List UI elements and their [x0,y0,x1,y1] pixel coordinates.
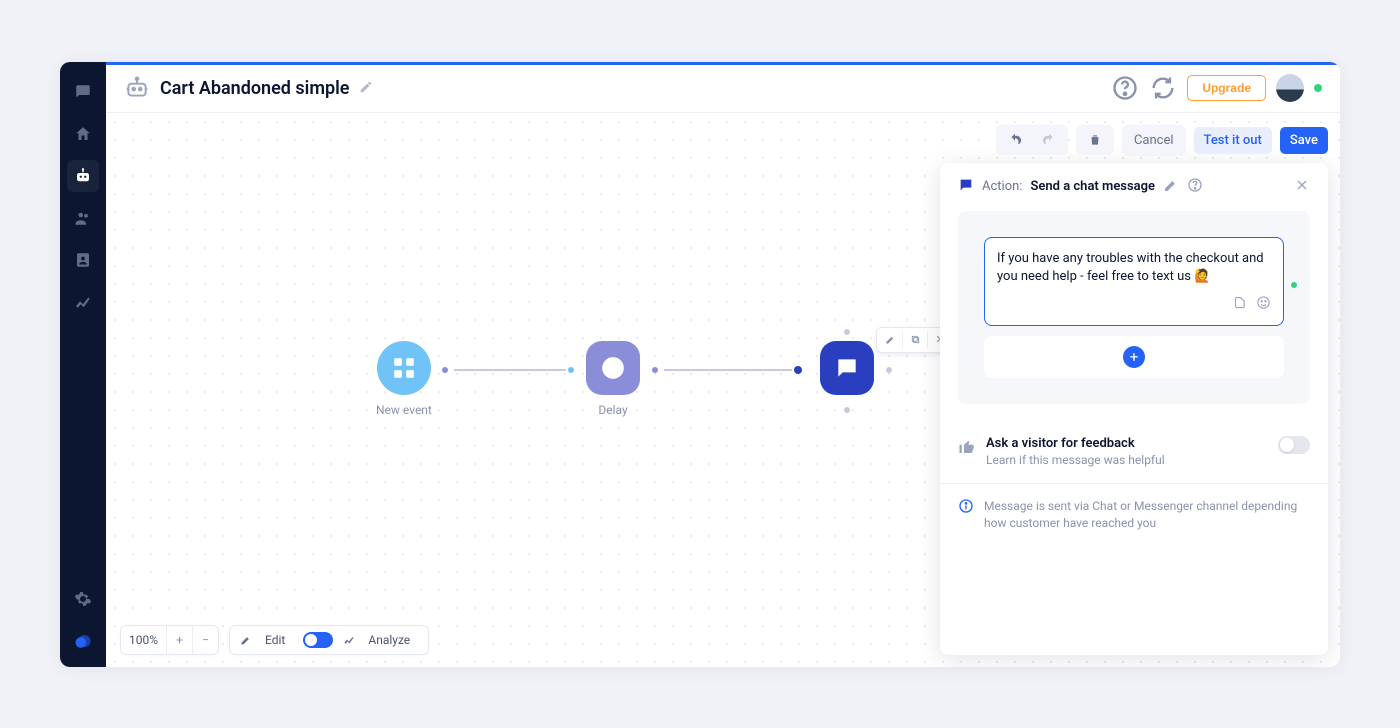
save-button[interactable]: Save [1280,127,1328,154]
connector-dot [442,367,448,373]
edit-node-icon[interactable] [880,331,900,349]
attach-file-icon[interactable] [1233,295,1248,317]
refresh-icon[interactable] [1149,74,1177,102]
rail-home[interactable] [67,118,99,150]
message-text: If you have any troubles with the checko… [997,251,1264,285]
zoom-in-button[interactable]: + [166,626,192,654]
message-editor-wrap: If you have any troubles with the checko… [958,211,1310,405]
node-new-event[interactable]: New event [376,341,432,417]
canvas-bottom-bar: 100% + − Edit Analyze [120,625,429,655]
connector-dot [568,367,574,373]
connector-dot [794,366,802,374]
zoom-control: 100% + − [120,625,219,655]
rail-profile[interactable] [67,244,99,276]
feedback-toggle[interactable] [1278,436,1310,454]
left-rail [60,62,106,667]
delete-button[interactable] [1078,127,1112,153]
main-area: Cart Abandoned simple Upgrade [106,62,1340,667]
node-label: Delay [586,403,640,417]
test-button[interactable]: Test it out [1194,127,1272,154]
mode-toggle[interactable] [303,632,333,648]
avatar[interactable] [1276,74,1304,102]
bot-icon [124,75,150,101]
info-icon [958,498,974,518]
analyze-mode-button[interactable]: Analyze [333,626,428,654]
rail-bots[interactable] [67,160,99,192]
node-send-message[interactable] [820,341,874,403]
connector-dot [652,367,658,373]
panel-title: Send a chat message [1030,179,1155,194]
panel-edit-icon[interactable] [1163,177,1179,197]
zoom-level: 100% [121,633,166,647]
node-delay[interactable]: Delay [586,341,640,417]
action-panel: Action: Send a chat message [940,163,1328,655]
add-message-button[interactable]: + [1123,346,1145,368]
connector-dot [844,407,850,413]
connector-dot [886,367,892,373]
feedback-title: Ask a visitor for feedback [986,436,1165,451]
undo-button[interactable] [998,127,1032,153]
feedback-option-row: Ask a visitor for feedback Learn if this… [940,420,1328,484]
panel-info-row: Message is sent via Chat or Messenger ch… [940,484,1328,547]
add-message-row: + [984,336,1284,378]
panel-close-icon[interactable] [1294,177,1310,197]
feedback-subtitle: Learn if this message was helpful [986,453,1165,467]
panel-prefix: Action: [982,179,1022,194]
upgrade-button[interactable]: Upgrade [1187,75,1266,101]
chat-action-icon [958,177,974,197]
rail-contacts[interactable] [67,202,99,234]
rail-settings[interactable] [67,583,99,615]
flow-edge [664,369,792,371]
page-title: Cart Abandoned simple [160,78,349,99]
panel-help-icon[interactable] [1187,177,1203,197]
unsaved-indicator [1291,282,1297,288]
zoom-out-button[interactable]: − [192,626,218,654]
edit-title-icon[interactable] [359,79,373,98]
rail-inbox[interactable] [67,76,99,108]
emoji-icon[interactable] [1256,295,1271,317]
edit-mode-button[interactable]: Edit [230,626,303,654]
canvas-action-bar: Cancel Test it out Save [996,125,1328,156]
canvas[interactable]: Cancel Test it out Save New event Delay [106,113,1340,667]
topbar: Cart Abandoned simple Upgrade [106,65,1340,113]
feedback-icon [958,438,976,460]
help-icon[interactable] [1111,74,1139,102]
connector-dot [844,329,850,335]
presence-indicator [1314,84,1322,92]
app-frame: Cart Abandoned simple Upgrade [60,62,1340,667]
duplicate-node-icon[interactable] [905,331,925,349]
cancel-button[interactable]: Cancel [1124,127,1184,154]
info-text: Message is sent via Chat or Messenger ch… [984,498,1310,533]
panel-header: Action: Send a chat message [940,163,1328,211]
panel-body: If you have any troubles with the checko… [940,211,1328,421]
mode-control: Edit Analyze [229,625,429,655]
flow-edge [454,369,566,371]
message-input[interactable]: If you have any troubles with the checko… [984,237,1284,327]
rail-analytics[interactable] [67,286,99,318]
redo-button[interactable] [1032,127,1066,153]
rail-logo[interactable] [67,625,99,657]
node-label: New event [376,403,432,417]
